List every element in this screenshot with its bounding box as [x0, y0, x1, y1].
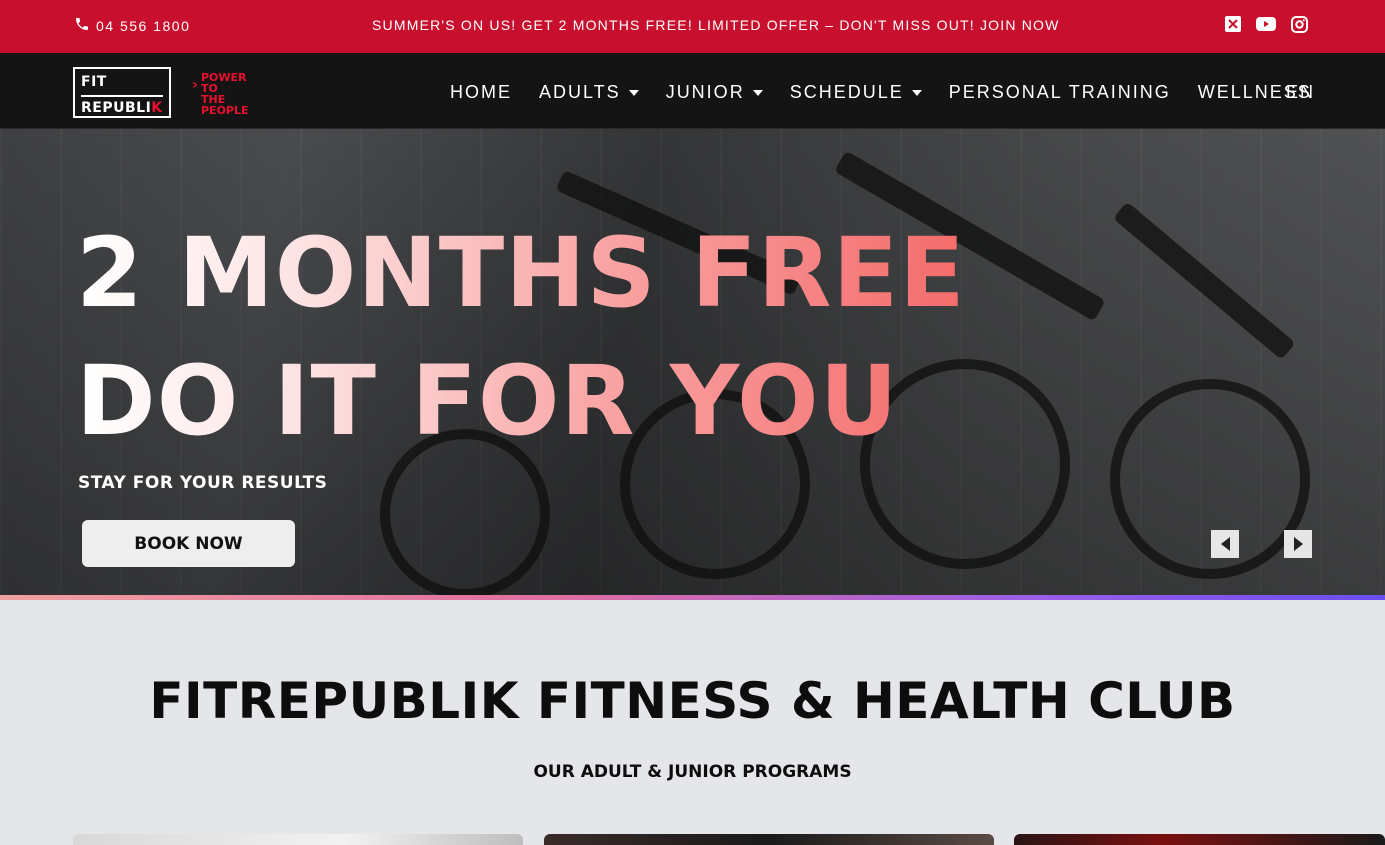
nav-item-schedule[interactable]: SCHEDULE	[790, 82, 922, 103]
logo-line2: REPUBLIK	[81, 95, 163, 117]
nav-item-label: HOME	[450, 82, 512, 102]
top-promo-bar: 04 556 1800 SUMMER'S ON US! GET 2 MONTHS…	[0, 0, 1385, 53]
hero-headline-line2: DO IT FOR YOU	[76, 345, 899, 457]
nav-item-label: ADULTS	[539, 82, 621, 102]
caret-down-icon	[628, 89, 639, 96]
hero-headline: 2 MONTHS FREE DO IT FOR YOU	[76, 209, 966, 465]
instagram-icon[interactable]	[1289, 14, 1309, 34]
bike-wheel-graphic	[1110, 379, 1310, 579]
promo-banner-link[interactable]: SUMMER'S ON US! GET 2 MONTHS FREE! LIMIT…	[372, 17, 1060, 33]
program-card[interactable]	[73, 834, 523, 845]
arrow-right-icon	[1293, 537, 1303, 551]
hero-slider: 2 MONTHS FREE DO IT FOR YOU STAY FOR YOU…	[0, 129, 1385, 595]
section-subtitle: OUR ADULT & JUNIOR PROGRAMS	[533, 762, 852, 782]
youtube-icon[interactable]	[1256, 14, 1276, 34]
x-icon[interactable]	[1223, 14, 1243, 34]
nav-item-label: PERSONAL TRAINING	[948, 82, 1171, 102]
social-links	[1223, 14, 1309, 34]
book-now-button[interactable]: BOOK NOW	[82, 520, 295, 567]
section-title: FITREPUBLIK FITNESS & HEALTH CLUB	[149, 672, 1236, 730]
phone-link[interactable]: 04 556 1800	[74, 16, 190, 35]
arrow-left-icon	[1220, 537, 1230, 551]
language-switcher[interactable]: EN	[1286, 82, 1315, 103]
logo-line2-k: K	[151, 100, 163, 116]
nav-item-label: SCHEDULE	[789, 82, 904, 102]
program-card[interactable]	[1014, 834, 1385, 845]
nav-item-home[interactable]: HOME	[450, 82, 512, 103]
chevron-right-icon: ›	[192, 77, 198, 93]
caret-down-icon	[911, 89, 922, 96]
hero-subtitle: STAY FOR YOUR RESULTS	[78, 473, 328, 493]
bike-frame-graphic	[1112, 201, 1296, 360]
slider-prev-button[interactable]	[1211, 530, 1239, 558]
hero-headline-line1: 2 MONTHS FREE	[76, 217, 966, 329]
phone-number: 04 556 1800	[96, 17, 191, 34]
gradient-divider	[0, 595, 1385, 600]
brand-tagline: › POWER TO THE PEOPLE	[192, 72, 249, 116]
phone-icon	[74, 16, 90, 35]
nav-item-junior[interactable]: JUNIOR	[666, 82, 763, 103]
nav-item-adults[interactable]: ADULTS	[539, 82, 639, 103]
caret-down-icon	[752, 89, 763, 96]
fitrepublik-logo[interactable]: FIT REPUBLIK	[73, 67, 171, 118]
nav-item-label: JUNIOR	[665, 82, 745, 102]
main-navbar: FIT REPUBLIK › POWER TO THE PEOPLE HOME …	[0, 53, 1385, 129]
nav-item-personal-training[interactable]: PERSONAL TRAINING	[949, 82, 1171, 103]
logo-line2-text: REPUBLI	[81, 100, 152, 116]
main-nav: HOME ADULTS JUNIOR SCHEDULE PERSONAL TRA…	[450, 82, 1339, 103]
program-card[interactable]	[544, 834, 994, 845]
slider-next-button[interactable]	[1284, 530, 1312, 558]
tagline-word: PEOPLE	[201, 104, 249, 117]
logo-line1: FIT	[81, 74, 107, 90]
